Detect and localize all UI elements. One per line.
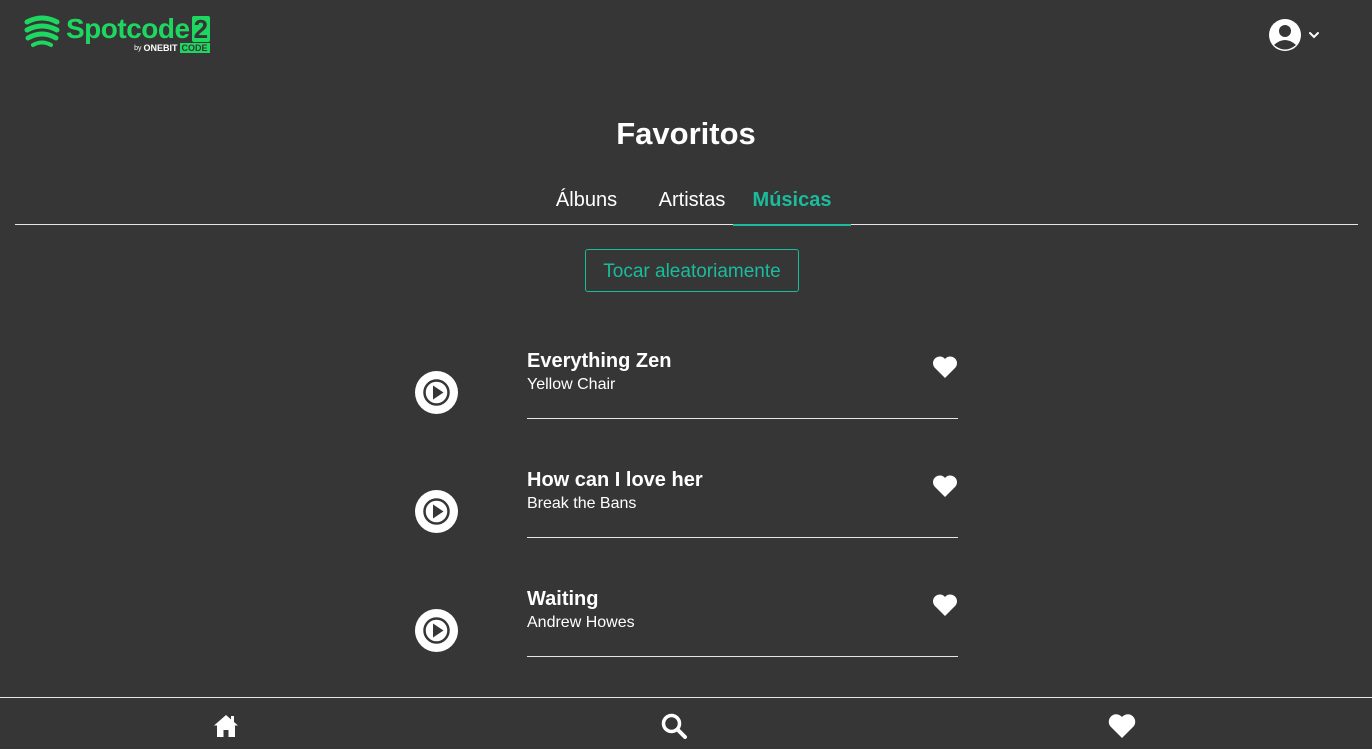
- page-title: Favoritos: [616, 116, 756, 151]
- logo-word: Spotcode: [66, 13, 190, 44]
- logo-brand-code: CODE: [179, 43, 210, 53]
- logo-number: 2: [191, 14, 210, 44]
- user-circle-icon: [1269, 19, 1301, 51]
- bottom-nav: [0, 697, 1372, 749]
- song-info: How can I love her Break the Bans: [527, 449, 958, 538]
- song-title: Waiting: [527, 588, 599, 610]
- song-artist: Yellow Chair: [527, 376, 616, 393]
- song-title: Everything Zen: [527, 350, 672, 372]
- song-row: Waiting Andrew Howes: [414, 568, 960, 658]
- song-row: Everything Zen Yellow Chair: [414, 330, 960, 420]
- play-icon[interactable]: [414, 608, 459, 653]
- user-menu-button[interactable]: [1268, 18, 1326, 52]
- song-artist: Andrew Howes: [527, 614, 635, 631]
- tab-songs[interactable]: Músicas: [733, 180, 851, 226]
- heart-icon[interactable]: [932, 474, 958, 498]
- play-icon[interactable]: [414, 489, 459, 534]
- logo-brand-onebit: ONEBIT: [143, 43, 178, 53]
- chevron-down-icon: [1309, 32, 1319, 39]
- song-info: Waiting Andrew Howes: [527, 568, 958, 657]
- home-icon[interactable]: [212, 712, 240, 740]
- song-artist: Break the Bans: [527, 495, 637, 512]
- heart-icon[interactable]: [1108, 712, 1136, 740]
- tab-albums[interactable]: Álbuns: [527, 180, 646, 224]
- top-bar: Spotcode 2 by ONEBIT CODE: [0, 0, 1372, 80]
- spotcode-logo[interactable]: Spotcode 2 by ONEBIT CODE: [24, 13, 210, 57]
- play-icon[interactable]: [414, 370, 459, 415]
- heart-icon[interactable]: [932, 355, 958, 379]
- favorites-tabs: Álbuns Artistas Músicas: [15, 180, 1358, 226]
- song-row: How can I love her Break the Bans: [414, 449, 960, 539]
- search-icon[interactable]: [660, 712, 688, 740]
- spotcode-logo-icon: [24, 15, 60, 47]
- tab-artists[interactable]: Artistas: [638, 180, 746, 224]
- song-title: How can I love her: [527, 469, 703, 491]
- logo-by: by: [134, 44, 142, 52]
- heart-icon[interactable]: [932, 593, 958, 617]
- shuffle-play-button[interactable]: Tocar aleatoriamente: [585, 249, 799, 292]
- song-info: Everything Zen Yellow Chair: [527, 330, 958, 419]
